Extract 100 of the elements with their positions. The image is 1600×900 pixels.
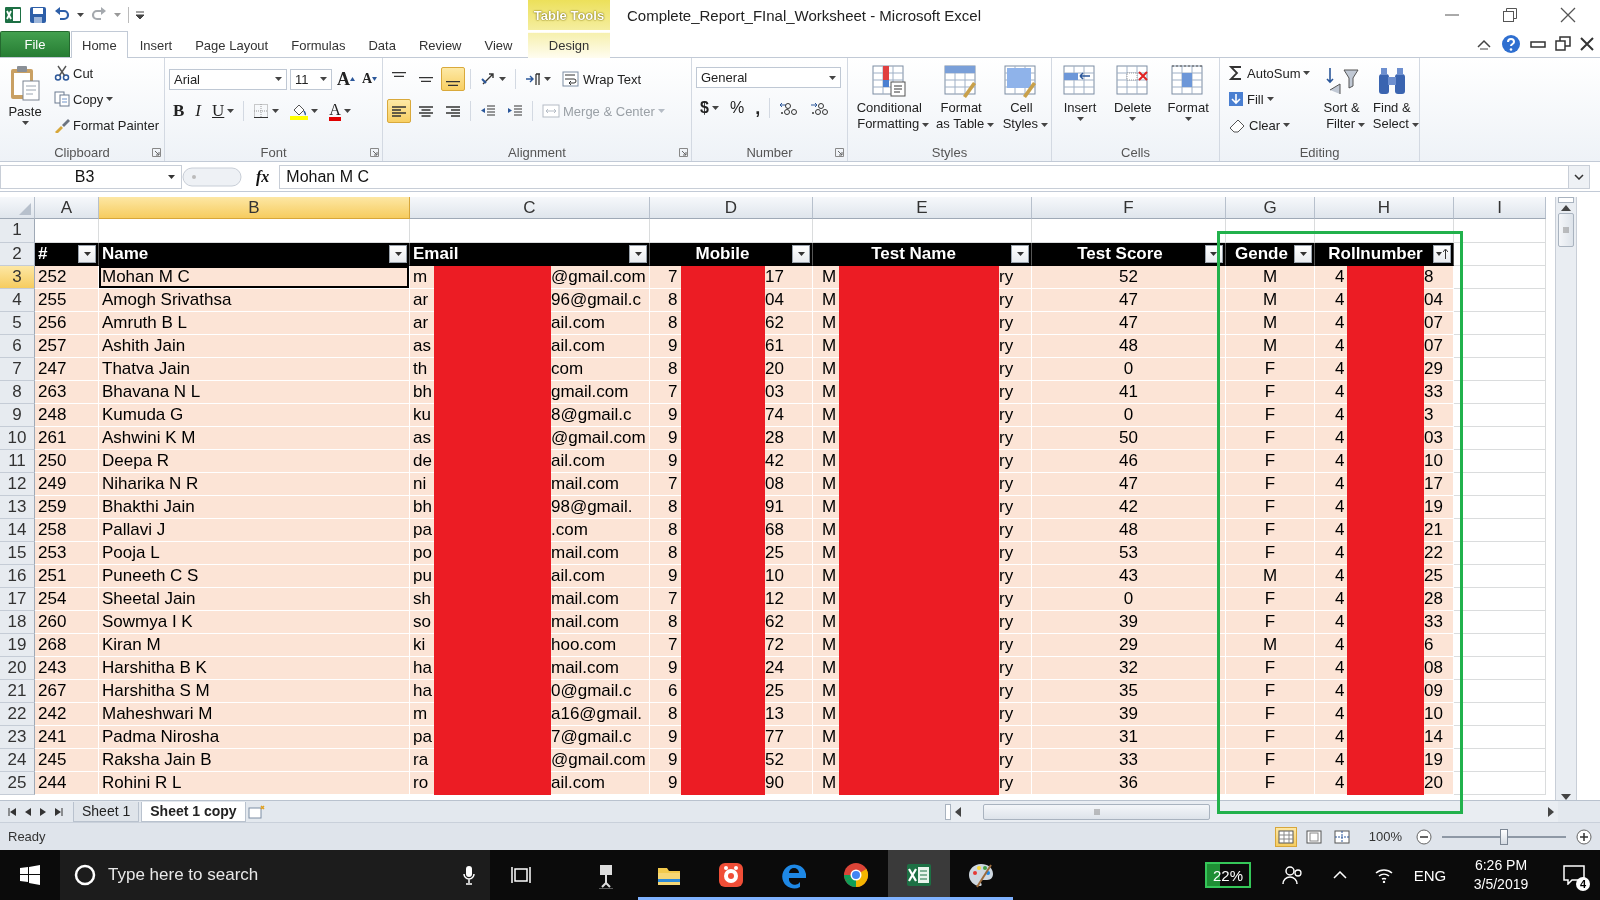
fill-button[interactable]: Fill bbox=[1224, 87, 1315, 111]
row-header[interactable]: 20 bbox=[0, 657, 35, 680]
column-header[interactable]: I bbox=[1454, 197, 1546, 219]
row-header[interactable]: 9 bbox=[0, 404, 35, 427]
underline-button[interactable]: U bbox=[208, 99, 239, 123]
cut-button[interactable]: Cut bbox=[50, 61, 163, 85]
table-cell[interactable]: Rohini R L bbox=[99, 772, 410, 795]
zoom-level[interactable]: 100% bbox=[1368, 829, 1402, 844]
row-header[interactable]: 21 bbox=[0, 680, 35, 703]
ribbon-tab[interactable]: Insert bbox=[128, 32, 184, 58]
copy-button[interactable]: Copy bbox=[50, 87, 163, 111]
table-cell[interactable]: Pooja L bbox=[99, 542, 410, 565]
row-header[interactable]: 3 bbox=[0, 266, 35, 289]
format-painter-button[interactable]: Format Painter bbox=[50, 113, 163, 137]
ribbon-tab[interactable]: Data bbox=[357, 32, 407, 58]
font-color-button[interactable]: A bbox=[325, 99, 355, 123]
clear-button[interactable]: Clear bbox=[1224, 113, 1315, 137]
name-box[interactable]: B3 bbox=[0, 164, 182, 189]
row-header[interactable]: 16 bbox=[0, 565, 35, 588]
column-header[interactable]: E bbox=[813, 197, 1032, 219]
ribbon-tab[interactable]: Home bbox=[71, 31, 128, 58]
row-header[interactable]: 13 bbox=[0, 496, 35, 519]
row-header[interactable]: 1 bbox=[0, 219, 35, 243]
delete-button[interactable]: Delete bbox=[1108, 61, 1158, 139]
grow-font-button[interactable]: A bbox=[335, 67, 357, 91]
ribbon-tab[interactable]: Page Layout bbox=[184, 32, 280, 58]
column-header[interactable]: B bbox=[99, 197, 410, 219]
insert-button[interactable]: Insert bbox=[1056, 61, 1104, 139]
table-cell[interactable]: Ashwini K M bbox=[99, 427, 410, 450]
table-cell[interactable]: Sheetal Jain bbox=[99, 588, 410, 611]
table-cell[interactable]: Maheshwari M bbox=[99, 703, 410, 726]
cell-styles-button[interactable]: Cell Styles bbox=[995, 61, 1047, 139]
table-cell[interactable]: Kiran M bbox=[99, 634, 410, 657]
font-name-field[interactable]: Arial bbox=[169, 68, 287, 90]
percent-button[interactable]: % bbox=[725, 96, 749, 120]
table-cell[interactable]: Amogh Srivathsa bbox=[99, 289, 410, 312]
table-cell[interactable]: Bhakthi Jain bbox=[99, 496, 410, 519]
column-header[interactable]: D bbox=[650, 197, 813, 219]
wrap-text-button[interactable]: Wrap Text bbox=[558, 67, 646, 91]
sort-filter-button[interactable]: Sort & Filter bbox=[1318, 61, 1365, 139]
comma-button[interactable]: , bbox=[751, 96, 765, 120]
formula-field[interactable]: Mohan M C bbox=[279, 164, 1568, 189]
row-header[interactable]: 17 bbox=[0, 588, 35, 611]
ribbon-tab[interactable]: Formulas bbox=[280, 32, 357, 58]
format-as-table-button[interactable]: Format as Table bbox=[930, 61, 992, 139]
table-cell[interactable]: Ashith Jain bbox=[99, 335, 410, 358]
shrink-font-button[interactable]: A bbox=[360, 67, 380, 91]
row-header[interactable]: 12 bbox=[0, 473, 35, 496]
column-header[interactable]: A bbox=[35, 197, 99, 219]
sheet-tab[interactable]: Sheet 1 bbox=[73, 801, 140, 822]
find-select-button[interactable]: Find & Select bbox=[1368, 61, 1415, 139]
table-cell[interactable]: Puneeth C S bbox=[99, 565, 410, 588]
table-cell[interactable]: Bhavana N L bbox=[99, 381, 410, 404]
ribbon-tab[interactable]: File bbox=[0, 31, 70, 57]
clock-time[interactable]: 6:26 PM bbox=[1474, 856, 1528, 875]
table-cell[interactable]: Amruth B L bbox=[99, 312, 410, 335]
table-cell[interactable]: Harshitha B K bbox=[99, 657, 410, 680]
table-cell[interactable]: Harshitha S M bbox=[99, 680, 410, 703]
ribbon-tab[interactable]: View bbox=[473, 32, 524, 58]
table-cell[interactable]: Thatva Jain bbox=[99, 358, 410, 381]
row-header[interactable]: 24 bbox=[0, 749, 35, 772]
column-header[interactable]: G bbox=[1226, 197, 1315, 219]
table-cell[interactable]: Raksha Jain B bbox=[99, 749, 410, 772]
row-header[interactable]: 2 bbox=[0, 243, 35, 266]
language-indicator[interactable]: ENG bbox=[1413, 866, 1447, 884]
table-cell[interactable]: Padma Nirosha bbox=[99, 726, 410, 749]
row-header[interactable]: 11 bbox=[0, 450, 35, 473]
table-cell[interactable]: Mohan M C bbox=[99, 266, 410, 289]
row-header[interactable]: 6 bbox=[0, 335, 35, 358]
clock-date[interactable]: 3/5/2019 bbox=[1473, 875, 1529, 894]
ribbon-tab[interactable]: Review bbox=[407, 32, 473, 58]
bold-button[interactable]: B bbox=[169, 99, 189, 123]
table-cell[interactable]: Pallavi J bbox=[99, 519, 410, 542]
number-format-field[interactable]: General bbox=[696, 67, 841, 88]
column-header[interactable]: F bbox=[1032, 197, 1226, 219]
row-header[interactable]: 23 bbox=[0, 726, 35, 749]
row-header[interactable]: 10 bbox=[0, 427, 35, 450]
format-button[interactable]: Format bbox=[1161, 61, 1215, 139]
row-header[interactable]: 14 bbox=[0, 519, 35, 542]
row-header[interactable]: 5 bbox=[0, 312, 35, 335]
sheet-tab[interactable]: Sheet 1 copy bbox=[141, 801, 246, 822]
table-cell[interactable]: Niharika N R bbox=[99, 473, 410, 496]
table-cell[interactable]: Sowmya I K bbox=[99, 611, 410, 634]
italic-button[interactable]: I bbox=[191, 99, 205, 123]
row-header[interactable]: 18 bbox=[0, 611, 35, 634]
conditional-formatting-button[interactable]: Conditional Formatting bbox=[852, 61, 927, 139]
row-header[interactable]: 4 bbox=[0, 289, 35, 312]
row-header[interactable]: 7 bbox=[0, 358, 35, 381]
ribbon-tab[interactable]: Design bbox=[528, 32, 610, 58]
row-header[interactable]: 19 bbox=[0, 634, 35, 657]
row-header[interactable]: 25 bbox=[0, 772, 35, 795]
battery-indicator[interactable]: 22% bbox=[1205, 862, 1251, 888]
table-cell[interactable]: Kumuda G bbox=[99, 404, 410, 427]
currency-button[interactable]: $ bbox=[696, 96, 723, 120]
row-header[interactable]: 22 bbox=[0, 703, 35, 726]
search-box[interactable]: Type here to search bbox=[60, 850, 490, 900]
function-button[interactable]: fx bbox=[256, 167, 270, 186]
font-size-field[interactable]: 11 bbox=[290, 68, 332, 90]
table-cell[interactable]: Deepa R bbox=[99, 450, 410, 473]
row-header[interactable]: 8 bbox=[0, 381, 35, 404]
